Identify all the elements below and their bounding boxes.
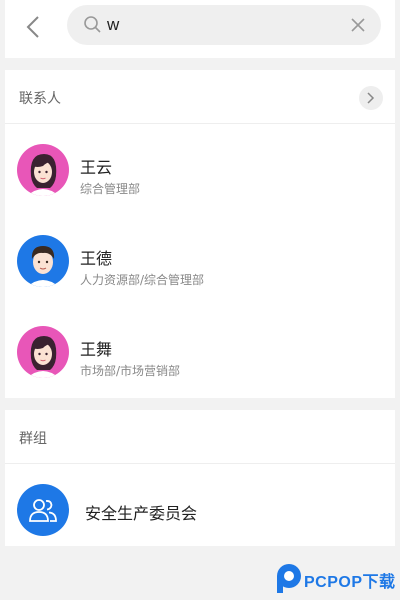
contact-name: 王德 bbox=[80, 249, 113, 268]
watermark-text: PCPOP下载 bbox=[304, 574, 396, 591]
contact-name: 王舞 bbox=[80, 340, 113, 359]
group-avatar bbox=[17, 484, 69, 536]
contact-department: 市场部/市场营销部 bbox=[80, 364, 181, 378]
search-input[interactable] bbox=[107, 13, 337, 37]
group-name: 安全生产委员会 bbox=[85, 504, 198, 523]
search-results-screen: 联系人 王云 bbox=[5, 0, 395, 600]
contact-item[interactable]: 王云 综合管理部 bbox=[5, 124, 395, 215]
pcpop-logo-icon bbox=[277, 564, 301, 593]
female-avatar-icon bbox=[17, 326, 69, 378]
female-avatar-icon bbox=[17, 144, 69, 196]
search-header bbox=[5, 0, 395, 58]
contact-item[interactable]: 王舞 市场部/市场营销部 bbox=[5, 306, 395, 397]
contacts-section-header: 联系人 bbox=[5, 70, 395, 124]
watermark: PCPOP下载 bbox=[274, 562, 400, 596]
groups-section: 群组 安全生产委员会 bbox=[5, 410, 395, 546]
group-icon bbox=[29, 499, 57, 522]
section-title: 联系人 bbox=[19, 91, 61, 107]
contact-department: 综合管理部 bbox=[80, 182, 141, 196]
groups-section-header: 群组 bbox=[5, 410, 395, 464]
contact-name: 王云 bbox=[80, 158, 113, 177]
contact-item[interactable]: 王德 人力资源部/综合管理部 bbox=[5, 215, 395, 306]
clear-search-button[interactable] bbox=[349, 16, 367, 34]
section-title: 群组 bbox=[19, 431, 47, 447]
male-avatar-icon bbox=[17, 235, 69, 287]
search-icon bbox=[84, 16, 101, 33]
back-button[interactable] bbox=[21, 14, 45, 40]
contact-department: 人力资源部/综合管理部 bbox=[80, 273, 205, 287]
chevron-right-icon bbox=[367, 92, 375, 104]
contacts-section: 联系人 王云 综合管理部 王德 人力资源部/综合管理部 王舞 市场部/市场营销部 bbox=[5, 70, 395, 398]
chevron-left-icon bbox=[26, 16, 39, 38]
search-box[interactable] bbox=[67, 5, 381, 45]
contacts-more-button[interactable] bbox=[359, 86, 383, 110]
group-item[interactable]: 安全生产委员会 bbox=[5, 464, 395, 546]
